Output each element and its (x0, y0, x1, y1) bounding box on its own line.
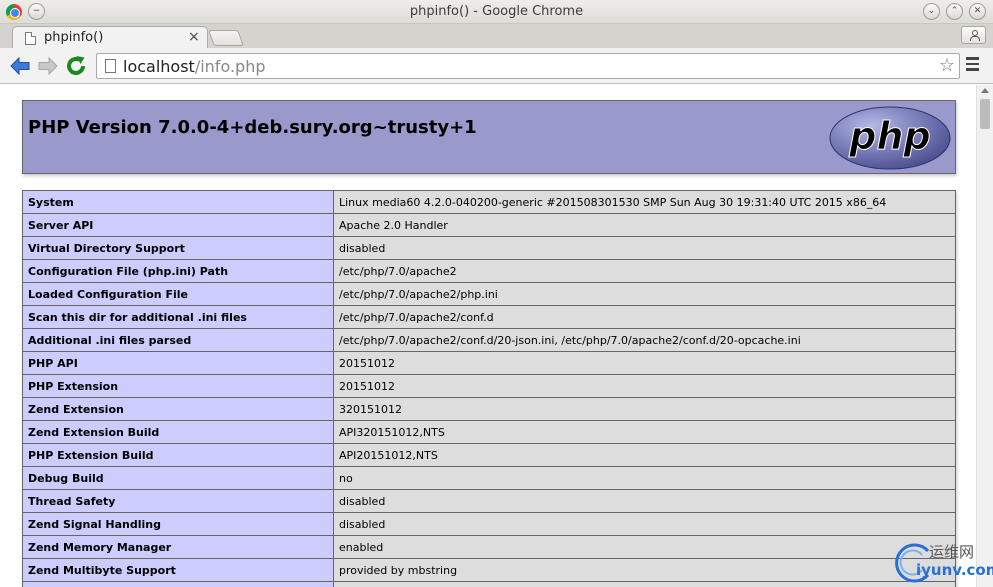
window-title: phpinfo() - Google Chrome (409, 4, 584, 19)
bookmark-star-icon[interactable]: ☆ (939, 56, 955, 76)
directive-value: enabled (333, 581, 956, 587)
directive-name: PHP Extension (22, 374, 334, 398)
tab-label: phpinfo() (44, 30, 104, 45)
url-text[interactable]: localhost/info.php (123, 57, 265, 76)
chevron-down-icon: ⌄ (927, 6, 936, 16)
table-row: Loaded Configuration File/etc/php/7.0/ap… (22, 282, 956, 306)
table-row: Zend Signal Handling disabled (22, 512, 956, 536)
new-tab-button[interactable] (208, 30, 244, 46)
directive-value: /etc/php/7.0/apache2 (333, 259, 956, 283)
table-row: Zend Extension Build API320151012,NTS (22, 420, 956, 444)
close-window-button[interactable]: ✕ (969, 3, 986, 20)
site-watermark: 运维网 iyunv.com (888, 537, 993, 587)
directive-name: Virtual Directory Support (22, 236, 334, 260)
directive-name: System (22, 190, 334, 214)
directive-name: Zend Extension Build (22, 420, 334, 444)
tab-phpinfo[interactable]: phpinfo() × (12, 26, 208, 49)
directive-name: Zend Signal Handling (22, 512, 334, 536)
directive-name: Scan this dir for additional .ini files (22, 305, 334, 329)
browser-toolbar: localhost/info.php ☆ (0, 48, 993, 84)
table-row: PHP Extension Build API20151012,NTS (22, 443, 956, 467)
directive-name: PHP API (22, 351, 334, 375)
maximize-button[interactable]: ⌃ (946, 3, 963, 20)
back-button[interactable] (8, 54, 32, 78)
directive-value: 20151012 (333, 374, 956, 398)
url-path: /info.php (194, 57, 266, 76)
chrome-menu-button[interactable] (966, 57, 980, 73)
chevron-up-icon: ⌃ (950, 6, 959, 16)
directive-name: Thread Safety (22, 489, 334, 513)
table-row: Additional .ini files parsed/etc/php/7.0… (22, 328, 956, 352)
address-bar[interactable]: localhost/info.php ☆ (96, 53, 960, 79)
directive-value: disabled (333, 512, 956, 536)
directive-value: /etc/php/7.0/apache2/conf.d/20-json.ini,… (333, 328, 956, 352)
directive-value: 320151012 (333, 397, 956, 421)
directive-name: Loaded Configuration File (22, 282, 334, 306)
directive-value: disabled (333, 236, 956, 260)
directive-value: Apache 2.0 Handler (333, 213, 956, 237)
directive-value: API20151012,NTS (333, 443, 956, 467)
person-icon (970, 30, 980, 41)
tab-close-button[interactable]: × (188, 29, 200, 45)
table-row: Virtual Directory Support disabled (22, 236, 956, 260)
directive-name: Configuration File (php.ini) Path (22, 259, 334, 283)
table-row: PHP Extension 20151012 (22, 374, 956, 398)
table-row: System Linux media60 4.2.0-040200-generic… (22, 190, 956, 214)
php-logo-text: php (848, 114, 930, 158)
document-icon (25, 32, 36, 45)
table-row: Zend Extension 320151012 (22, 397, 956, 421)
table-row: Debug Build no (22, 466, 956, 490)
tab-strip: phpinfo() × (0, 24, 993, 49)
scrollbar-thumb[interactable] (980, 99, 990, 129)
table-row: Configuration File (php.ini) Path/etc/ph… (22, 259, 956, 283)
forward-button[interactable] (36, 54, 60, 78)
directive-value: API320151012,NTS (333, 420, 956, 444)
directive-name: Additional .ini files parsed (22, 328, 334, 352)
directive-value: /etc/php/7.0/apache2/conf.d (333, 305, 956, 329)
menu-bar-line (966, 62, 979, 65)
directive-value: /etc/php/7.0/apache2/php.ini (333, 282, 956, 306)
profile-button[interactable] (961, 26, 986, 44)
directive-name: Zend Extension (22, 397, 334, 421)
table-row: Zend Memory Manager enabled (22, 535, 956, 559)
page-icon (105, 59, 116, 73)
php-logo[interactable]: php (829, 106, 951, 170)
reload-button[interactable] (64, 54, 88, 78)
table-row: Server API Apache 2.0 Handler (22, 213, 956, 237)
php-version-header: PHP Version 7.0.0-4+deb.sury.org~trusty+… (22, 100, 956, 174)
directive-name: PHP Extension Build (22, 443, 334, 467)
directive-value: provided by mbstring (333, 558, 956, 582)
table-row: Thread Safety disabled (22, 489, 956, 513)
window-title-bar: − phpinfo() - Google Chrome ⌄ ⌃ ✕ (0, 0, 993, 24)
menu-bar-line (966, 57, 979, 60)
directive-name: Debug Build (22, 466, 334, 490)
table-row: Zend Multibyte Support provided by mbstri… (22, 558, 956, 582)
directive-name: Server API (22, 213, 334, 237)
url-host: localhost (123, 57, 195, 76)
directive-value: 20151012 (333, 351, 956, 375)
table-row: PHP API 20151012 (22, 351, 956, 375)
table-row: IPv6 Supportenabled (22, 581, 956, 587)
watermark-cn-text: 运维网 (929, 543, 975, 561)
directive-value: Linux media60 4.2.0-040200-generic #2015… (333, 190, 956, 214)
directive-name: Zend Multibyte Support (22, 558, 334, 582)
minimize-button[interactable]: ⌄ (923, 3, 940, 20)
watermark-en-text: iyunv.com (916, 561, 993, 579)
vertical-scrollbar[interactable] (976, 85, 993, 587)
page-title: PHP Version 7.0.0-4+deb.sury.org~trusty+… (28, 117, 477, 138)
close-icon: ✕ (973, 6, 982, 16)
directive-name: Zend Memory Manager (22, 535, 334, 559)
phpinfo-table: System Linux media60 4.2.0-040200-generic… (22, 190, 956, 587)
directive-name: IPv6 Support (22, 581, 334, 587)
scroll-up-arrow-icon[interactable] (981, 88, 989, 93)
directive-value: enabled (333, 535, 956, 559)
directive-value: no (333, 466, 956, 490)
table-row: Scan this dir for additional .ini files /… (22, 305, 956, 329)
directive-value: disabled (333, 489, 956, 513)
menu-bar-line (966, 68, 979, 71)
page-viewport: PHP Version 7.0.0-4+deb.sury.org~trusty+… (0, 85, 993, 587)
